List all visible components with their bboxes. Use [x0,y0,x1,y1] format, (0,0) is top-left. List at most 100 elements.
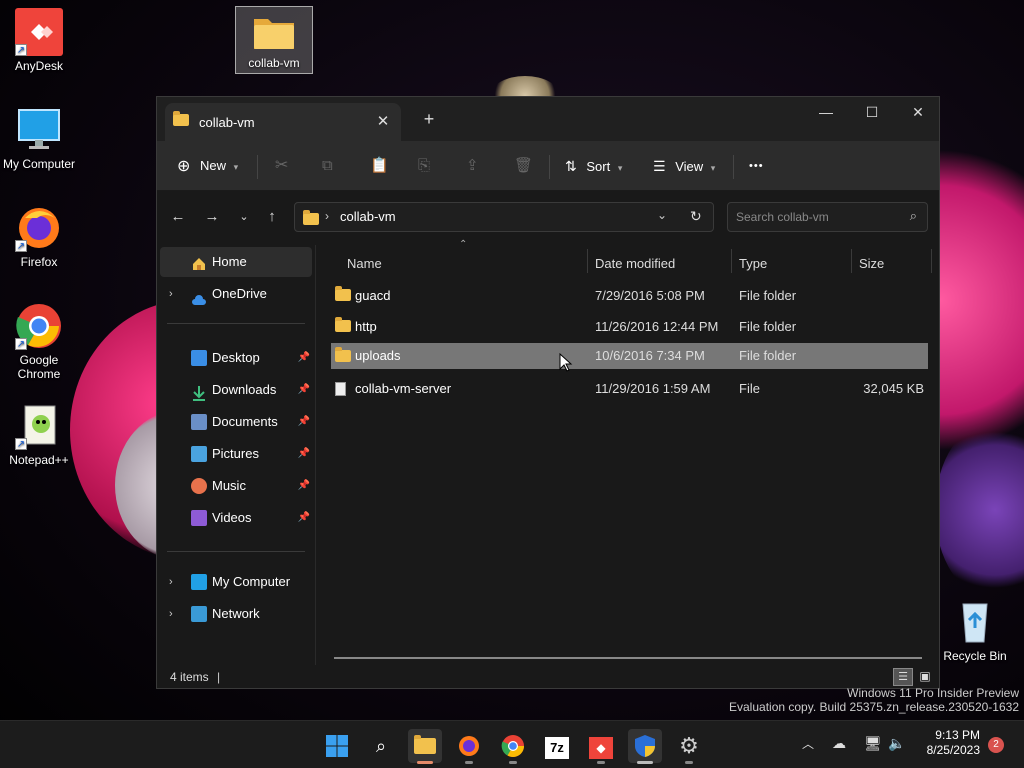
chevron-right-icon[interactable]: › [169,567,173,597]
cut-icon[interactable]: ✂ [275,151,288,181]
address-bar[interactable]: › collab-vm ⌄ ↻ [294,202,714,232]
desktop-icon-firefox[interactable]: ↗ Firefox [0,204,78,269]
column-divider[interactable] [851,249,852,273]
column-divider[interactable] [931,249,932,273]
network-icon[interactable]: 🖥 [864,735,882,752]
pin-icon[interactable]: 📌 [298,471,310,501]
file-row-http[interactable]: http 11/26/2016 12:44 PM File folder [331,312,928,342]
shortcut-arrow-icon: ↗ [15,338,27,350]
recent-locations-chevron-icon[interactable]: ⌄ [233,207,255,227]
minimize-button[interactable]: — [803,97,849,127]
nav-item-home[interactable]: Home [160,247,312,277]
breadcrumb[interactable]: collab-vm [340,209,396,224]
file-row-guacd[interactable]: guacd 7/29/2016 5:08 PM File folder [331,281,928,311]
pin-icon[interactable]: 📌 [298,439,310,469]
command-bar: ⊕ New ▾ ✂ ⧉ 📋 ⎘ ⇪ 🗑 ⇅ Sort ▾ ☰ View ▾ ••… [157,141,939,191]
column-divider[interactable] [587,249,588,273]
details-view-icon[interactable]: ☰ [893,668,913,686]
chevron-right-icon[interactable]: › [169,599,173,629]
taskbar-settings[interactable]: ⚙ [672,729,706,764]
taskbar-firefox[interactable] [452,729,486,764]
nav-item-onedrive[interactable]: › OneDrive [160,279,312,309]
view-button[interactable]: ☰ View ▾ [653,151,715,181]
column-header-size[interactable]: Size [859,249,884,279]
close-window-button[interactable]: ✕ [895,97,941,127]
toolbar-divider [257,155,258,179]
nav-item-pictures[interactable]: Pictures 📌 [160,439,312,469]
desktop-icon-label: Google Chrome [17,353,61,381]
rename-icon[interactable]: ⎘ [418,151,430,181]
desktop-icon-label: Recycle Bin [943,649,1007,663]
forward-arrow-icon[interactable]: → [201,207,223,227]
desktop-icon-my-computer[interactable]: My Computer [0,106,78,171]
pin-icon[interactable]: 📌 [298,375,310,405]
cloud-offline-icon[interactable]: ☁ [832,735,846,752]
nav-item-documents[interactable]: Documents 📌 [160,407,312,437]
tab-collab-vm[interactable]: collab-vm ✕ [165,103,401,141]
column-divider[interactable] [731,249,732,273]
nav-item-downloads[interactable]: Downloads 📌 [160,375,312,405]
pin-icon[interactable]: 📌 [298,407,310,437]
nav-label: Desktop [212,350,260,365]
taskbar-security[interactable] [628,729,662,764]
start-button[interactable] [320,729,354,763]
maximize-button[interactable]: ☐ [849,97,895,127]
sort-up-chevron-icon: ⌃ [459,239,468,250]
music-icon [191,478,207,494]
nav-item-videos[interactable]: Videos 📌 [160,503,312,533]
notepadpp-icon: ↗ [15,402,63,450]
new-button[interactable]: ⊕ New ▾ [177,151,238,181]
desktop-icon-chrome[interactable]: ↗ Google Chrome [0,302,78,381]
chevron-down-icon[interactable]: ⌄ [657,208,667,222]
search-input[interactable]: Search collab-vm [736,210,829,224]
search-button[interactable]: ⌕ [364,729,398,763]
notification-badge[interactable]: 2 [988,737,1004,753]
copy-icon[interactable]: ⧉ [322,151,333,181]
file-date: 11/26/2016 12:44 PM [595,319,719,334]
up-arrow-icon[interactable]: ↑ [261,207,283,227]
desktop-icon-recycle-bin[interactable]: Recycle Bin [936,598,1014,663]
volume-icon[interactable]: 🔈 [888,735,905,752]
new-tab-button[interactable]: + [419,109,439,129]
tiles-view-icon[interactable]: ▣ [915,668,935,686]
nav-item-music[interactable]: Music 📌 [160,471,312,501]
column-header-date[interactable]: Date modified [595,249,675,279]
nav-item-network[interactable]: › Network [160,599,312,629]
back-arrow-icon[interactable]: ← [167,207,189,227]
file-row-uploads[interactable]: uploads 10/6/2016 7:34 PM File folder [331,343,928,369]
windows-logo-icon [326,735,348,757]
nav-item-desktop[interactable]: Desktop 📌 [160,343,312,373]
close-tab-icon[interactable]: ✕ [373,112,393,132]
file-icon [335,382,346,396]
desktop-icon-collab-vm[interactable]: collab-vm [235,6,313,74]
clock[interactable]: 9:13 PM 8/25/2023 [918,728,980,758]
pin-icon[interactable]: 📌 [298,343,310,373]
taskbar-7zip[interactable]: 7z [540,729,574,763]
chevron-up-icon[interactable]: ︿ [802,735,814,752]
taskbar-chrome[interactable] [496,729,530,764]
chevron-right-icon[interactable]: › [169,279,173,309]
refresh-icon[interactable]: ↻ [690,208,702,225]
evaluation-watermark: Windows 11 Pro Insider Preview Evaluatio… [729,686,1019,714]
pictures-icon [191,446,207,462]
pane-splitter[interactable] [315,245,316,665]
desktop-icon-notepadpp[interactable]: ↗ Notepad++ [0,402,78,467]
search-box[interactable]: Search collab-vm ⌕ [727,202,928,232]
home-icon [191,253,207,270]
sort-button[interactable]: ⇅ Sort ▾ [565,151,622,181]
taskbar-file-explorer[interactable] [408,729,442,764]
column-header-name[interactable]: Name [347,249,382,279]
more-options-button[interactable]: ••• [749,151,764,181]
column-header-type[interactable]: Type [739,249,767,279]
taskbar-anydesk[interactable]: ◆ [584,729,618,764]
share-icon[interactable]: ⇪ [466,151,479,181]
view-button-label: View [675,159,704,174]
delete-icon[interactable]: 🗑 [514,151,533,181]
nav-item-my-computer[interactable]: › My Computer [160,567,312,597]
pin-icon[interactable]: 📌 [298,503,310,533]
paste-icon[interactable]: 📋 [370,151,389,181]
file-row-collab-vm-server[interactable]: collab-vm-server 11/29/2016 1:59 AM File… [331,374,928,404]
desktop-icon-anydesk[interactable]: ↗ AnyDesk [0,8,78,73]
horizontal-scrollbar[interactable] [334,657,922,659]
nav-label: Music [212,478,246,493]
